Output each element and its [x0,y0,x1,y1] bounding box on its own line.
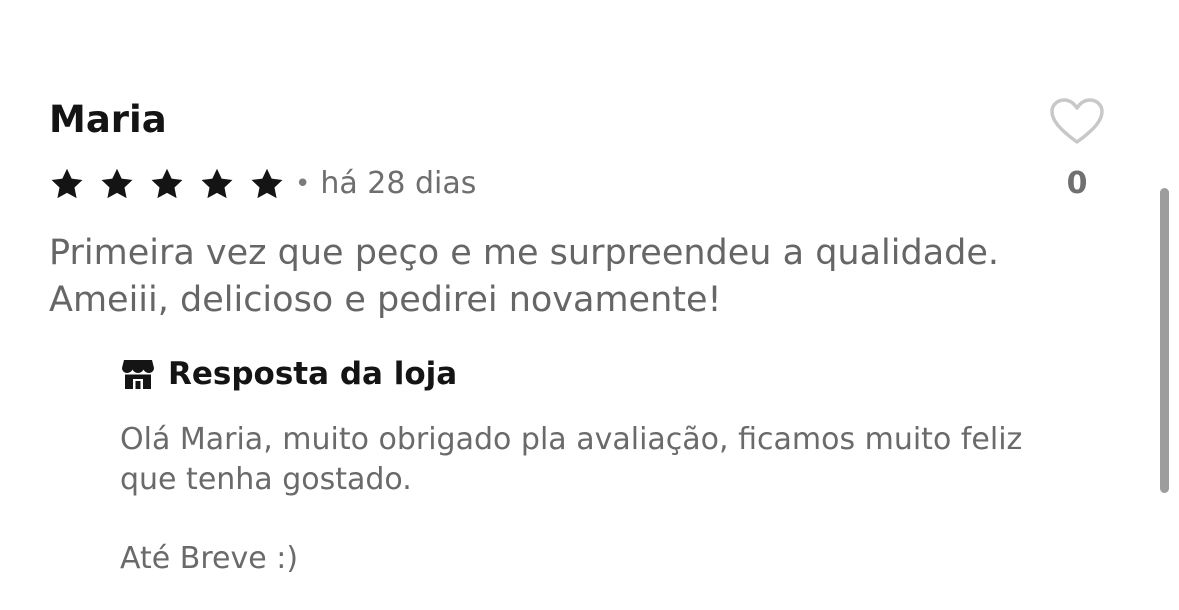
review-date: há 28 dias [320,166,477,201]
review-text-line: Ameiii, delicioso e pedirei novamente! [49,280,722,320]
star-icon [99,166,135,202]
star-icon [49,166,85,202]
review-meta: • há 28 dias [49,164,476,204]
meta-separator: • [295,169,311,199]
store-reply-line: Olá Maria, muito obrigado pla avaliação,… [120,422,1023,457]
store-reply-text: Olá Maria, muito obrigado pla avaliação,… [120,420,1120,500]
store-reply-title: Resposta da loja [168,356,458,392]
like-count: 0 [1066,166,1088,201]
star-rating [49,166,293,202]
star-icon [249,166,285,202]
store-icon [120,356,156,392]
review-text: Primeira vez que peço e me surpreendeu a… [49,230,1129,324]
store-reply-closing: Até Breve :) [120,541,299,576]
review-card: Maria • há 28 dias 0 Primeira vez que pe… [0,0,1179,610]
scrollbar[interactable] [1160,188,1169,493]
star-icon [199,166,235,202]
review-text-line: Primeira vez que peço e me surpreendeu a… [49,233,1000,273]
heart-outline-icon[interactable] [1049,97,1105,147]
star-icon [149,166,185,202]
store-reply-line: que tenha gostado. [120,462,412,497]
store-reply-header: Resposta da loja [120,354,457,394]
reviewer-name: Maria [49,98,167,141]
